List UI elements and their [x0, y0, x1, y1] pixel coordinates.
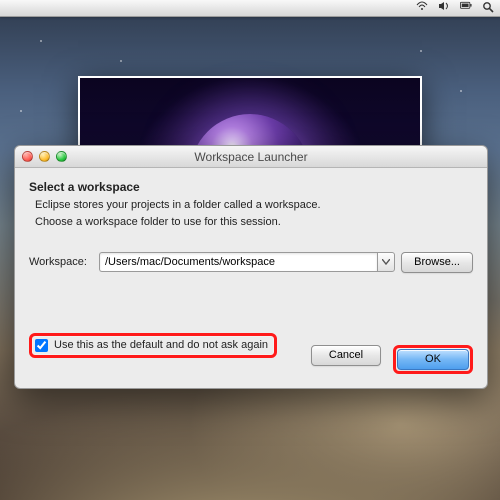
wifi-icon[interactable]: [416, 1, 428, 11]
dialog-description-line: Choose a workspace folder to use for thi…: [35, 215, 473, 230]
workspace-label: Workspace:: [29, 256, 93, 268]
window-controls: [22, 151, 67, 162]
chevron-down-icon: [382, 259, 390, 265]
workspace-launcher-dialog: Workspace Launcher Select a workspace Ec…: [14, 145, 488, 389]
titlebar[interactable]: Workspace Launcher: [15, 146, 487, 168]
ok-button[interactable]: OK: [397, 349, 469, 370]
default-checkbox-row[interactable]: Use this as the default and do not ask a…: [29, 333, 277, 358]
dialog-description-line: Eclipse stores your projects in a folder…: [35, 198, 473, 213]
workspace-input[interactable]: [99, 252, 377, 272]
battery-icon[interactable]: [460, 1, 472, 11]
cancel-button[interactable]: Cancel: [311, 345, 381, 366]
default-checkbox-label: Use this as the default and do not ask a…: [54, 339, 268, 351]
close-icon[interactable]: [22, 151, 33, 162]
browse-button[interactable]: Browse...: [401, 252, 473, 273]
dialog-heading: Select a workspace: [29, 180, 473, 194]
spotlight-icon[interactable]: [482, 1, 494, 11]
menubar: [0, 0, 500, 17]
minimize-icon[interactable]: [39, 151, 50, 162]
workspace-dropdown-button[interactable]: [377, 252, 395, 272]
dialog-title: Workspace Launcher: [194, 150, 307, 164]
workspace-combo: [99, 252, 395, 272]
volume-icon[interactable]: [438, 1, 450, 11]
zoom-icon[interactable]: [56, 151, 67, 162]
desktop: Workspace Launcher Select a workspace Ec…: [0, 0, 500, 500]
default-checkbox[interactable]: [35, 339, 48, 352]
